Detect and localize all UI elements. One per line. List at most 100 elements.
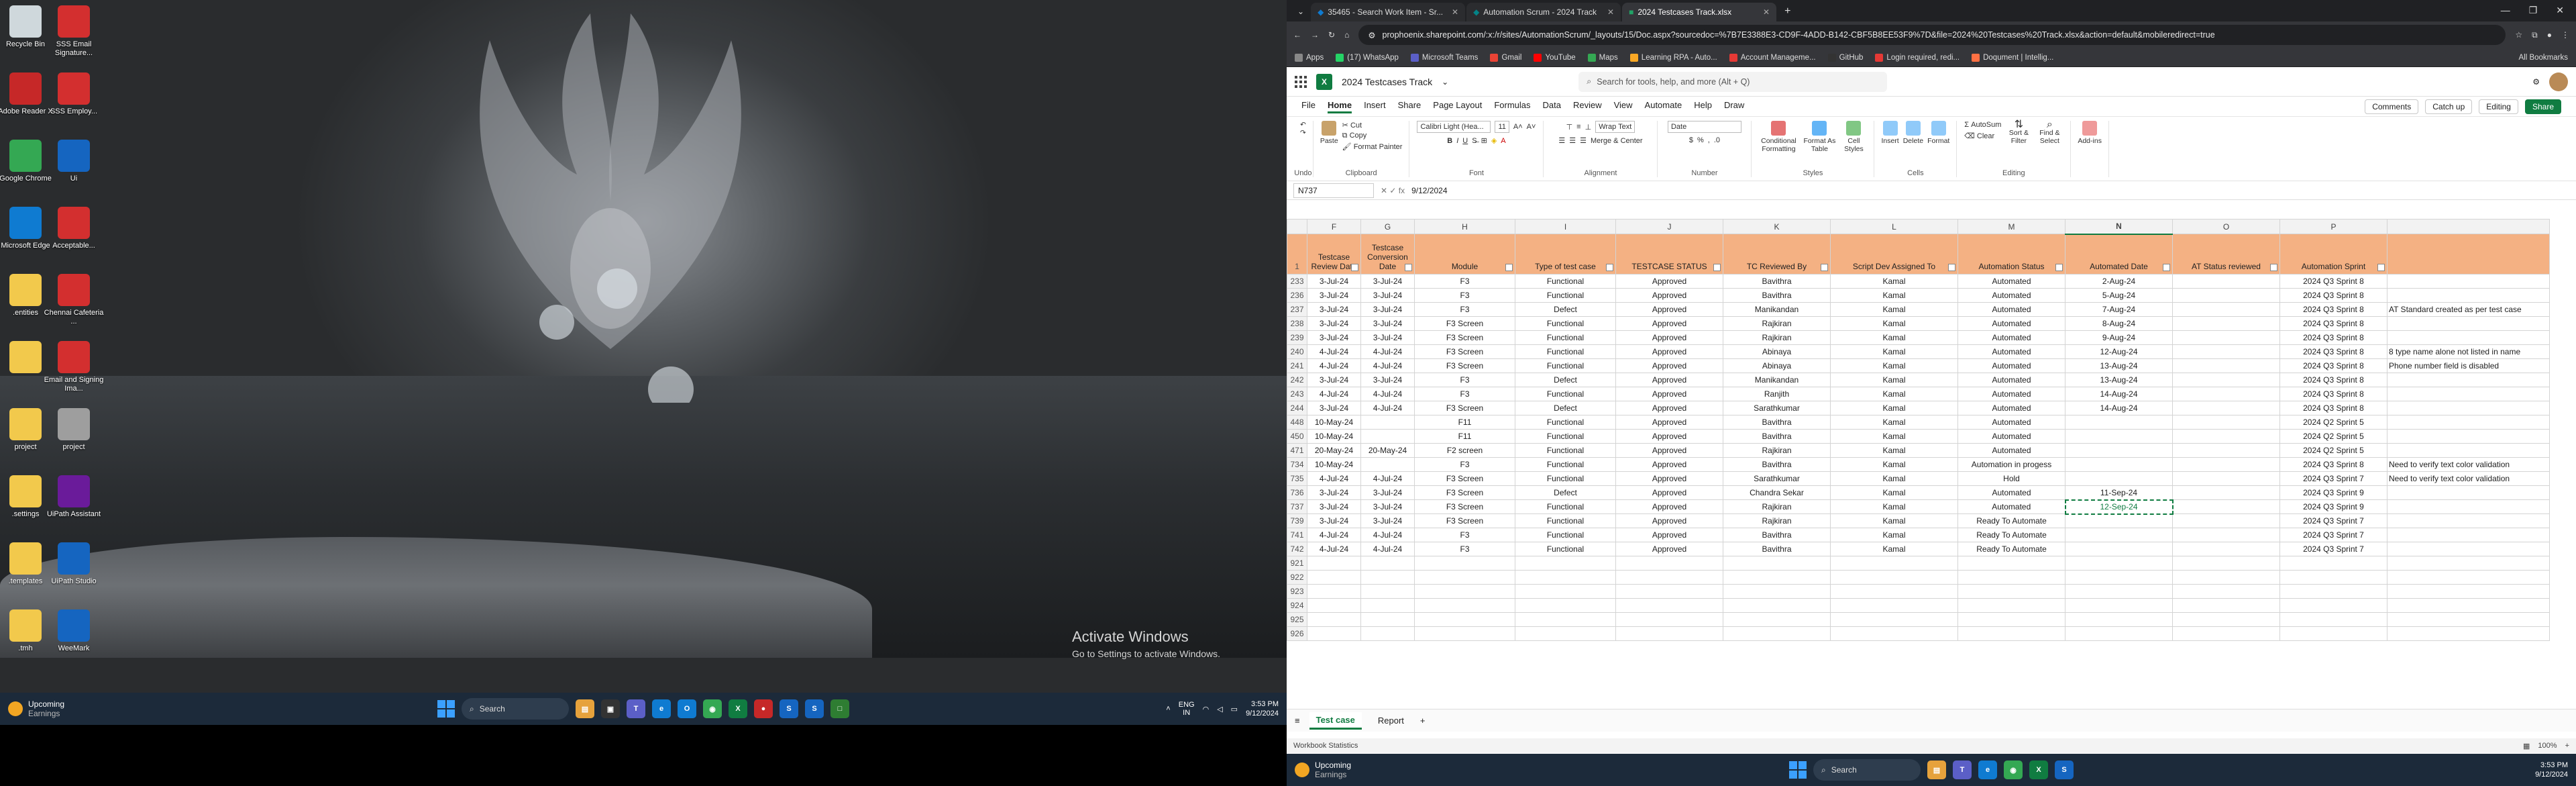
row-number[interactable]: 741 — [1287, 528, 1307, 542]
workbook-title[interactable]: 2024 Testcases Track — [1342, 77, 1432, 87]
underline-icon[interactable]: U — [1462, 137, 1468, 145]
table-cell[interactable]: 4-Jul-24 — [1360, 528, 1415, 542]
desktop-icon[interactable]: Email and Signing Ima... — [42, 341, 106, 393]
row-number[interactable]: 737 — [1287, 499, 1307, 514]
row-number[interactable]: 924 — [1287, 598, 1307, 613]
back-icon[interactable]: ← — [1293, 30, 1301, 40]
table-cell[interactable] — [2172, 612, 2280, 627]
table-cell[interactable]: 3-Jul-24 — [1360, 274, 1415, 289]
font-name-select[interactable]: Calibri Light (Hea... — [1417, 121, 1491, 133]
column-header[interactable]: N — [2065, 219, 2173, 235]
table-header-cell[interactable]: Script Dev Assigned To — [1830, 234, 1958, 275]
table-cell[interactable] — [2387, 429, 2550, 444]
table-cell[interactable]: 13-Aug-24 — [2065, 373, 2173, 387]
table-cell[interactable]: Kamal — [1830, 401, 1958, 415]
table-cell[interactable]: Automation in progess — [1957, 457, 2065, 472]
table-cell[interactable]: Kamal — [1830, 344, 1958, 359]
table-cell[interactable] — [2279, 612, 2387, 627]
table-cell[interactable] — [1723, 584, 1831, 599]
table-cell[interactable]: 4-Jul-24 — [1307, 542, 1361, 556]
row-number[interactable]: 233 — [1287, 274, 1307, 289]
table-cell[interactable] — [1830, 612, 1958, 627]
row-number[interactable]: 923 — [1287, 584, 1307, 599]
row-number[interactable]: 243 — [1287, 387, 1307, 401]
table-cell[interactable]: Kamal — [1830, 316, 1958, 331]
menu-tab-share[interactable]: Share — [1398, 100, 1421, 113]
bookmark-item[interactable]: Account Manageme... — [1729, 53, 1816, 62]
menu-tab-page-layout[interactable]: Page Layout — [1433, 100, 1482, 113]
table-cell[interactable]: Automated — [1957, 401, 2065, 415]
table-cell[interactable] — [2172, 415, 2280, 430]
task-view-icon[interactable]: ▣ — [601, 699, 620, 718]
table-cell[interactable] — [2387, 401, 2550, 415]
tab-search-icon[interactable]: ⌄ — [1292, 7, 1309, 21]
table-cell[interactable] — [2065, 443, 2173, 458]
align-left-icon[interactable]: ☰ — [1558, 136, 1565, 145]
table-header-cell[interactable]: Module — [1414, 234, 1515, 275]
table-cell[interactable]: Kamal — [1830, 471, 1958, 486]
table-cell[interactable]: 5-Aug-24 — [2065, 288, 2173, 303]
table-cell[interactable]: F3 — [1414, 373, 1515, 387]
column-header[interactable]: G — [1360, 219, 1415, 234]
table-cell[interactable]: Approved — [1615, 471, 1723, 486]
table-cell[interactable]: F3 — [1414, 274, 1515, 289]
table-cell[interactable]: 2024 Q3 Sprint 8 — [2279, 288, 2387, 303]
table-cell[interactable] — [2172, 316, 2280, 331]
table-cell[interactable] — [1414, 570, 1515, 585]
table-cell[interactable]: 3-Jul-24 — [1307, 302, 1361, 317]
table-cell[interactable]: Functional — [1515, 344, 1616, 359]
close-icon[interactable]: ✕ — [1607, 7, 1614, 17]
desktop-icon[interactable]: UiPath Assistant — [42, 475, 106, 519]
table-cell[interactable]: 2-Aug-24 — [2065, 274, 2173, 289]
table-cell[interactable]: 2024 Q3 Sprint 8 — [2279, 274, 2387, 289]
table-cell[interactable]: Approved — [1615, 485, 1723, 500]
table-cell[interactable]: Automated — [1957, 288, 2065, 303]
table-cell[interactable] — [1307, 626, 1361, 641]
row-number[interactable]: 1 — [1287, 234, 1307, 275]
table-cell[interactable]: 13-Aug-24 — [2065, 358, 2173, 373]
align-middle-icon[interactable]: ≡ — [1576, 123, 1580, 131]
autosum-button[interactable]: Σ AutoSum — [1964, 121, 2001, 129]
filter-dropdown-icon[interactable] — [2270, 264, 2277, 271]
table-cell[interactable] — [2387, 584, 2550, 599]
table-cell[interactable]: Automated — [1957, 499, 2065, 514]
table-header-cell[interactable]: Type of test case — [1515, 234, 1616, 275]
taskbar-search[interactable]: ⌕ Search — [1813, 759, 1921, 781]
percent-icon[interactable]: % — [1697, 136, 1704, 144]
filter-dropdown-icon[interactable] — [1606, 264, 1613, 271]
menu-tab-help[interactable]: Help — [1694, 100, 1712, 113]
table-cell[interactable] — [1830, 584, 1958, 599]
table-cell[interactable] — [1515, 626, 1616, 641]
table-cell[interactable] — [1830, 556, 1958, 571]
table-cell[interactable] — [1515, 570, 1616, 585]
bookmark-item[interactable]: Gmail — [1490, 53, 1521, 62]
table-cell[interactable]: 2024 Q3 Sprint 7 — [2279, 513, 2387, 528]
browser-tab-1[interactable]: ◆ 35465 - Search Work Item - Sr... ✕ — [1311, 3, 1466, 21]
table-cell[interactable] — [2172, 443, 2280, 458]
table-cell[interactable] — [2172, 288, 2280, 303]
table-cell[interactable]: Kamal — [1830, 429, 1958, 444]
table-cell[interactable]: Automated — [1957, 330, 2065, 345]
row-number[interactable]: 236 — [1287, 288, 1307, 303]
table-cell[interactable]: Functional — [1515, 528, 1616, 542]
table-cell[interactable]: Approved — [1615, 528, 1723, 542]
table-cell[interactable]: 10-May-24 — [1307, 457, 1361, 472]
table-cell[interactable] — [2387, 443, 2550, 458]
table-cell[interactable]: 3-Jul-24 — [1307, 330, 1361, 345]
desktop-icon[interactable]: SSS Employ... — [42, 72, 106, 116]
table-cell[interactable] — [2387, 316, 2550, 331]
table-cell[interactable]: AT Standard created as per test case — [2387, 302, 2550, 317]
table-cell[interactable] — [2387, 556, 2550, 571]
table-cell[interactable]: F11 — [1414, 415, 1515, 430]
row-number[interactable]: 450 — [1287, 429, 1307, 444]
table-cell[interactable]: Approved — [1615, 401, 1723, 415]
filter-dropdown-icon[interactable] — [1713, 264, 1721, 271]
table-cell[interactable]: 3-Jul-24 — [1360, 302, 1415, 317]
table-cell[interactable] — [1360, 415, 1415, 430]
table-cell[interactable]: Need to verify text color validation — [2387, 457, 2550, 472]
table-cell[interactable]: Kamal — [1830, 358, 1958, 373]
table-cell[interactable]: Rajkiran — [1723, 443, 1831, 458]
uipath-icon[interactable]: S — [805, 699, 824, 718]
format-cells-button[interactable]: Format — [1927, 121, 1949, 145]
table-cell[interactable]: 3-Jul-24 — [1360, 316, 1415, 331]
